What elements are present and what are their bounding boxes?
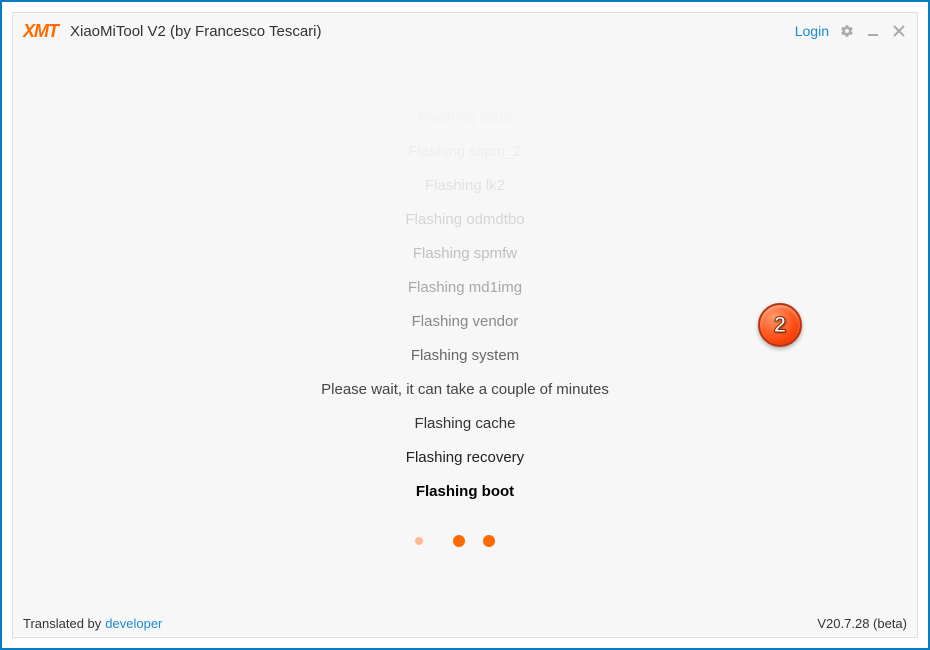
gear-icon[interactable]	[839, 23, 855, 39]
titlebar-controls: Login	[795, 23, 907, 39]
version-label: V20.7.28 (beta)	[817, 616, 907, 631]
app-logo: XMT	[23, 21, 58, 42]
loader-dot	[415, 537, 423, 545]
log-line: Flashing scp2	[419, 109, 512, 126]
log-line: Flashing system	[411, 347, 519, 364]
log-line: Flashing sspm_2	[408, 143, 521, 160]
log-line: Flashing odmdtbo	[405, 211, 524, 228]
minimize-icon[interactable]	[865, 23, 881, 39]
log-line: Flashing recovery	[406, 449, 524, 466]
titlebar: XMT XiaoMiTool V2 (by Francesco Tescari)…	[13, 13, 917, 49]
log-line: Flashing cache	[415, 415, 516, 432]
log-line: Flashing boot	[416, 483, 514, 500]
loading-indicator	[415, 535, 495, 547]
login-link[interactable]: Login	[795, 23, 829, 39]
translated-by-label: Translated by	[23, 616, 101, 631]
loader-dot	[453, 535, 465, 547]
app-inner: XMT XiaoMiTool V2 (by Francesco Tescari)…	[12, 12, 918, 638]
log-line: Flashing spmfw	[413, 245, 517, 262]
annotation-number: 2	[774, 312, 786, 338]
app-window: XMT XiaoMiTool V2 (by Francesco Tescari)…	[0, 0, 930, 650]
footer: Translated by developer V20.7.28 (beta)	[13, 610, 917, 637]
close-icon[interactable]	[891, 23, 907, 39]
loader-dot	[483, 535, 495, 547]
app-title: XiaoMiTool V2 (by Francesco Tescari)	[70, 23, 321, 40]
log-line: Flashing md1img	[408, 279, 522, 296]
log-line: Flashing lk2	[425, 177, 505, 194]
annotation-badge: 2	[758, 303, 802, 347]
log-line: Please wait, it can take a couple of min…	[321, 381, 609, 398]
log-line: Flashing vendor	[412, 313, 519, 330]
loader-dot-group	[453, 535, 495, 547]
developer-link[interactable]: developer	[105, 616, 162, 631]
